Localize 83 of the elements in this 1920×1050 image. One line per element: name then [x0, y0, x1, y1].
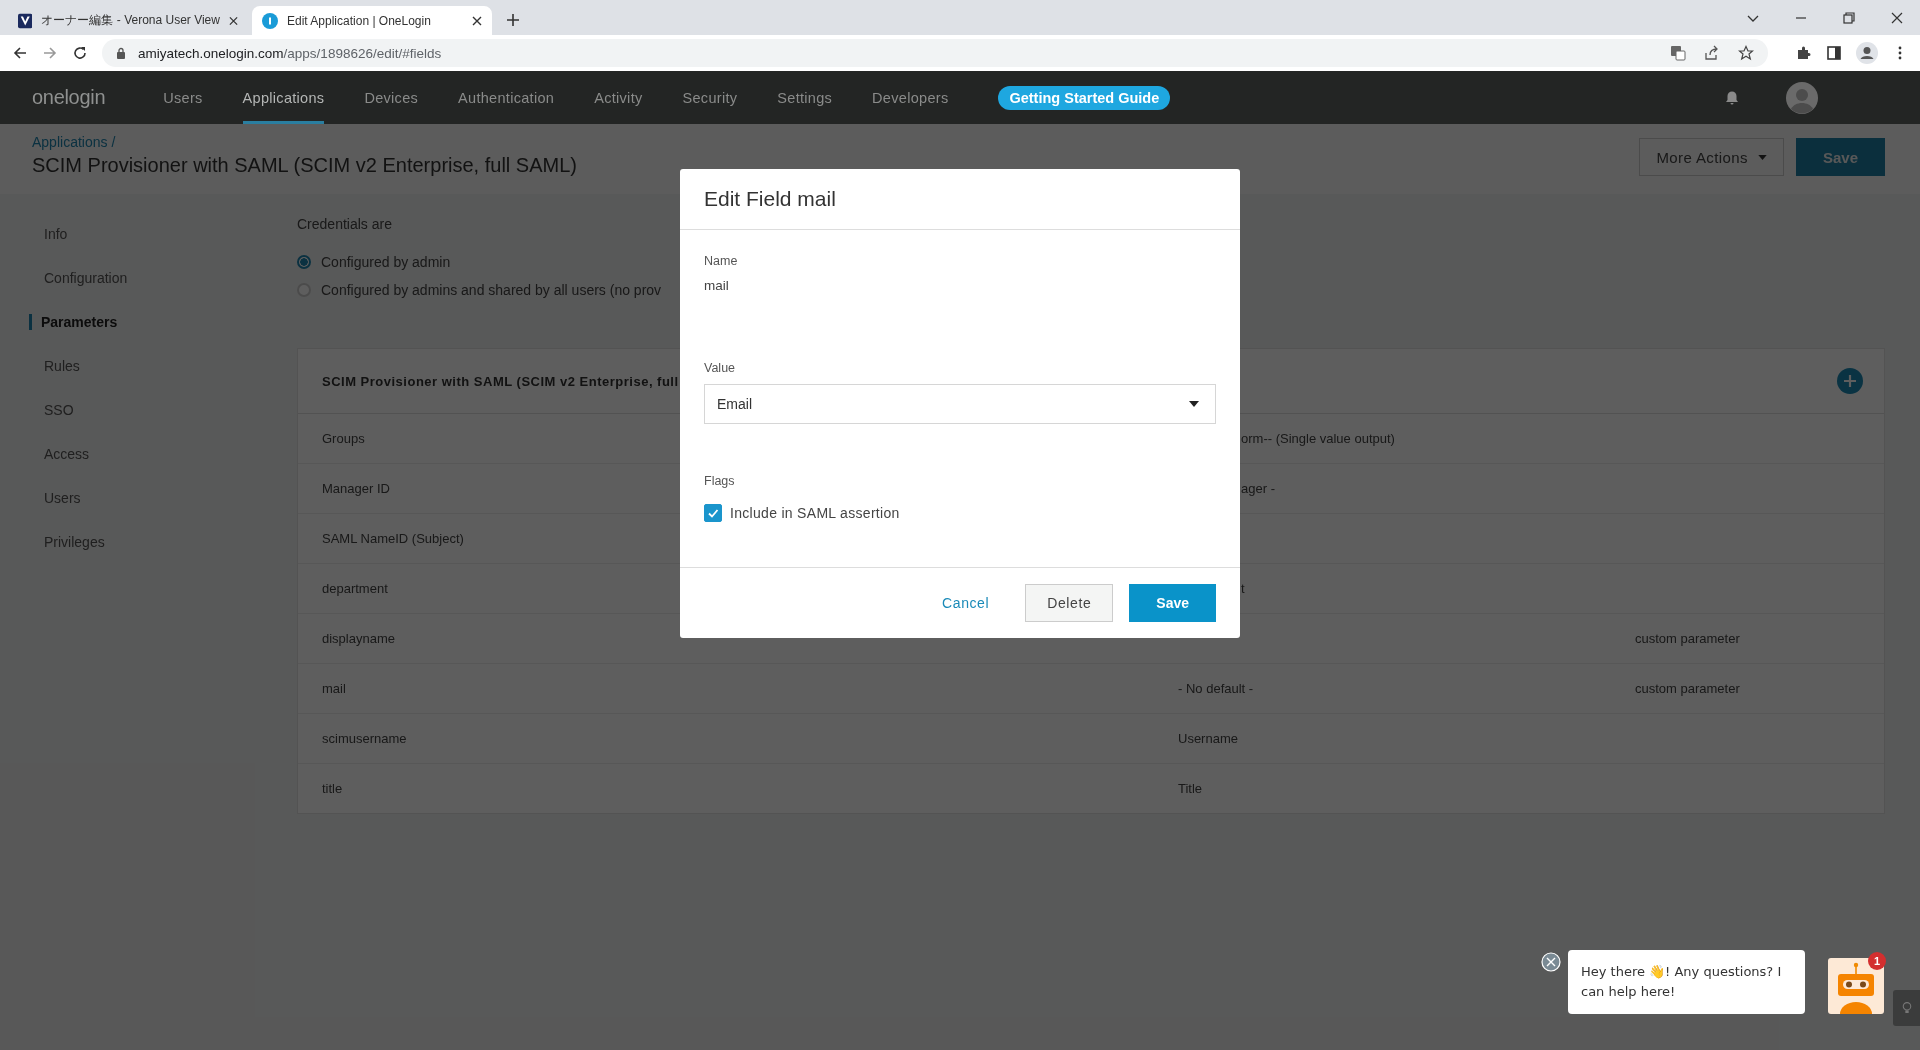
- lightbulb-icon: [1901, 1001, 1912, 1015]
- nav-item[interactable]: Devices: [364, 71, 419, 124]
- avatar-icon[interactable]: [1786, 81, 1818, 114]
- nav-item[interactable]: Security: [682, 71, 738, 124]
- sidebar-item[interactable]: Users: [29, 476, 265, 520]
- nav-item[interactable]: Authentication: [458, 71, 555, 124]
- cancel-button[interactable]: Cancel: [932, 595, 1000, 611]
- table-title: SCIM Provisioner with SAML (SCIM v2 Enterprise, full: [322, 373, 680, 389]
- close-icon[interactable]: [228, 15, 238, 26]
- tab-title: オーナー編集 - Verona User View: [41, 12, 220, 29]
- share-icon[interactable]: [1704, 45, 1720, 61]
- sidebar-item[interactable]: Rules: [29, 344, 265, 388]
- sidebar-item[interactable]: Parameters: [29, 300, 265, 344]
- value-select[interactable]: Email: [704, 384, 1216, 424]
- field-label: Value: [704, 361, 737, 375]
- caret-icon: [1189, 401, 1199, 407]
- table-cell: title: [322, 781, 343, 796]
- table-cell: custom parameter: [1635, 681, 1740, 696]
- table-cell: SAML NameID (Subject): [322, 531, 464, 546]
- radio-label: Configured by admin: [321, 254, 451, 270]
- forward-icon[interactable]: [42, 45, 58, 61]
- delete-button[interactable]: Delete: [1025, 584, 1114, 622]
- field-label: Name: [704, 254, 739, 268]
- table-cell: scimusername: [322, 731, 407, 746]
- nav-item[interactable]: Settings: [777, 71, 833, 124]
- close-icon[interactable]: [472, 15, 482, 26]
- dialog-title: Edit Field mail: [704, 187, 836, 211]
- checkbox[interactable]: [704, 504, 722, 522]
- sidebar-item[interactable]: Info: [29, 212, 265, 256]
- v-logo-icon: [18, 12, 33, 29]
- more-actions-button[interactable]: More Actions: [1639, 138, 1784, 176]
- page-title: SCIM Provisioner with SAML (SCIM v2 Enterprise, full SAML): [32, 154, 578, 177]
- close-icon[interactable]: [1890, 10, 1904, 25]
- getting-started-button[interactable]: Getting Started Guide: [998, 85, 1171, 110]
- bell-icon[interactable]: [1724, 89, 1740, 106]
- tab-title: Edit Application | OneLogin: [287, 13, 432, 28]
- onelogin-favicon-icon: [262, 12, 278, 29]
- field-label: Flags: [704, 474, 736, 488]
- table-cell: Title: [1178, 781, 1203, 796]
- sidebar-item[interactable]: SSO: [29, 388, 265, 432]
- side-panel-icon[interactable]: [1826, 45, 1842, 61]
- nav-item[interactable]: Users: [163, 71, 203, 124]
- sidebar-item[interactable]: Privileges: [29, 520, 265, 564]
- profile-icon[interactable]: [1856, 42, 1878, 64]
- sidebar-item[interactable]: Configuration: [29, 256, 265, 300]
- table-cell-text: orm-- (Single value output): [1240, 431, 1395, 446]
- new-tab-icon[interactable]: [506, 13, 520, 27]
- translate-icon[interactable]: [1670, 45, 1686, 61]
- restore-icon[interactable]: [1842, 10, 1856, 25]
- lock-icon: [116, 47, 126, 59]
- notification-badge: 1: [1868, 952, 1886, 970]
- sidebar-item[interactable]: Access: [29, 432, 265, 476]
- radio-button[interactable]: [297, 255, 311, 269]
- caret-icon: [1757, 154, 1767, 160]
- nav-item[interactable]: Developers: [872, 71, 949, 124]
- star-icon[interactable]: [1738, 45, 1754, 61]
- nav-item[interactable]: Activity: [594, 71, 643, 124]
- table-cell: department: [322, 581, 388, 596]
- table-cell: displayname: [322, 631, 395, 646]
- checkmark-icon: [707, 507, 719, 519]
- table-cell: Groups: [322, 431, 365, 446]
- reload-icon[interactable]: [72, 45, 88, 61]
- table-cell-text: ager -: [1240, 481, 1275, 496]
- table-cell: - No default -: [1178, 681, 1254, 696]
- onelogin-logo[interactable]: onelogin: [32, 86, 106, 109]
- checkbox-label: Include in SAML assertion: [730, 505, 900, 521]
- table-cell: mail: [322, 681, 346, 696]
- table-cell: Username: [1178, 731, 1238, 746]
- back-icon[interactable]: [12, 45, 28, 61]
- table-cell: custom parameter: [1635, 631, 1740, 646]
- table-cell: Manager ID: [322, 481, 390, 496]
- puzzle-icon[interactable]: [1796, 45, 1812, 61]
- browser-tab[interactable]: Edit Application | OneLogin: [252, 6, 492, 35]
- radio-label: Configured by admins and shared by all users (no prov: [321, 282, 662, 298]
- url-text: amiyatech.onelogin.com/apps/1898626/edit/#fields: [138, 45, 443, 61]
- chat-message: Hey there 👋! Any questions? I can help here!: [1568, 950, 1805, 1014]
- address-bar[interactable]: amiyatech.onelogin.com/apps/1898626/edit/#fields: [102, 39, 1768, 67]
- field-value: mail: [704, 278, 730, 293]
- credentials-label: Credentials are: [297, 216, 393, 232]
- robot-icon[interactable]: [1828, 958, 1884, 1014]
- table-cell-text: t: [1240, 581, 1245, 596]
- save-button[interactable]: Save: [1129, 584, 1216, 622]
- browser-tab[interactable]: オーナー編集 - Verona User View: [8, 6, 248, 35]
